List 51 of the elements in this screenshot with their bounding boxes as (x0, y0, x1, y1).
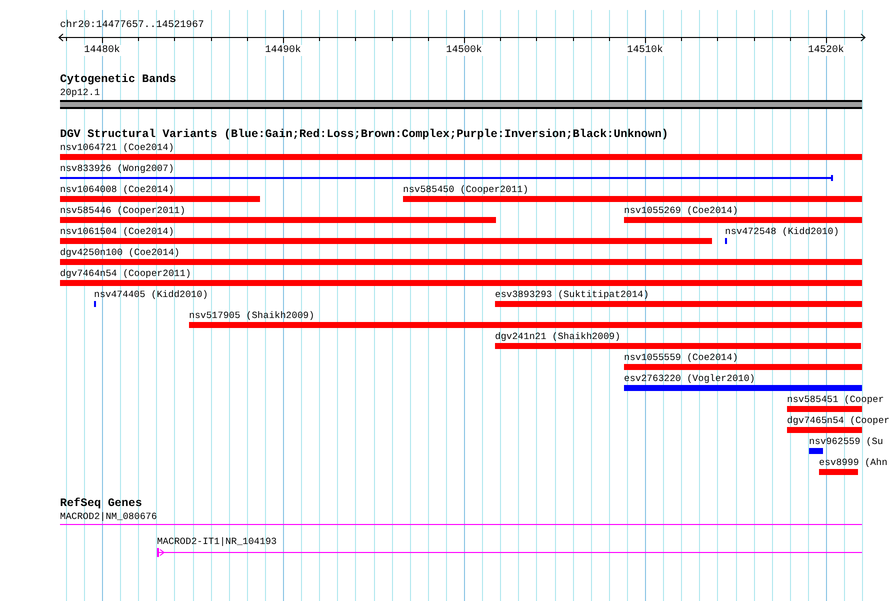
variant-bar[interactable] (495, 301, 862, 307)
track-title: DGV Structural Variants (Blue:Gain;Red:Loss;Brown:Complex;Purple:Inversion;Black:Unknown) (60, 129, 668, 141)
variant-label: nsv1061504 (Coe2014) (60, 226, 174, 238)
track-title: RefSeq Genes (60, 498, 142, 510)
variant-label: nsv474405 (Kidd2010) (94, 289, 208, 301)
gene-label: MACROD2|NM_080676 (60, 511, 157, 523)
tick-label: 14480k (83, 45, 121, 56)
variant-bar[interactable] (624, 217, 862, 223)
variant-line[interactable] (60, 177, 833, 179)
variant-label: nsv1064721 (Coe2014) (60, 142, 174, 154)
variant-label: nsv962559 (Su (809, 436, 884, 448)
variant-label: dgv4250n100 (Coe2014) (60, 247, 180, 259)
variant-bar[interactable] (624, 385, 862, 391)
variant-label: nsv517905 (Shaikh2009) (189, 310, 314, 322)
variant-label: esv8999 (Ahn (819, 457, 888, 469)
variant-label: nsv585446 (Cooper2011) (60, 205, 186, 217)
variant-bar[interactable] (819, 469, 858, 475)
gene-label: MACROD2-IT1|NR_104193 (157, 536, 277, 548)
variant-bar[interactable] (60, 196, 260, 202)
variant-bar[interactable] (403, 196, 862, 202)
tick-label: 14500k (445, 45, 483, 56)
variant-bar[interactable] (60, 217, 496, 223)
gene-drawing[interactable] (157, 548, 862, 558)
variant-bar[interactable] (809, 448, 823, 454)
variant-bar[interactable] (60, 259, 862, 265)
variant-label: nsv472548 (Kidd2010) (725, 226, 840, 238)
variant-bar[interactable] (624, 364, 862, 370)
variant-label: dgv7464n54 (Cooper2011) (60, 268, 192, 280)
variant-label: nsv585450 (Cooper2011) (403, 184, 528, 196)
variant-bar[interactable] (189, 322, 862, 328)
variant-label: esv2763220 (Vogler2010) (624, 373, 756, 385)
band-label: 20p12.1 (60, 87, 100, 99)
variant-label: nsv1055269 (Coe2014) (624, 205, 738, 217)
tick-label: 14490k (264, 45, 302, 56)
tick-label: 14520k (807, 45, 845, 56)
variant-label: nsv833926 (Wong2007) (60, 163, 174, 175)
variant-label: nsv1055559 (Coe2014) (624, 352, 738, 364)
variant-bar[interactable] (787, 406, 862, 412)
variant-bar[interactable] (60, 238, 712, 244)
variant-bar[interactable] (60, 154, 862, 160)
variant-bar[interactable] (787, 427, 862, 433)
tick-label: 14510k (626, 45, 664, 56)
variant-bar[interactable] (495, 343, 861, 349)
variant-bar[interactable] (60, 280, 862, 286)
track-title: Cytogenetic Bands (60, 74, 176, 86)
variant-label: dgv241n21 (Shaikh2009) (495, 331, 620, 343)
variant-label: nsv1064008 (Coe2014) (60, 184, 174, 196)
variant-label: dgv7465n54 (Cooper (787, 415, 890, 427)
ruler-title: chr20:14477657..14521967 (60, 20, 204, 32)
variant-label: nsv585451 (Cooper (787, 394, 884, 406)
variant-label: esv3893293 (Suktitipat2014) (495, 289, 649, 301)
